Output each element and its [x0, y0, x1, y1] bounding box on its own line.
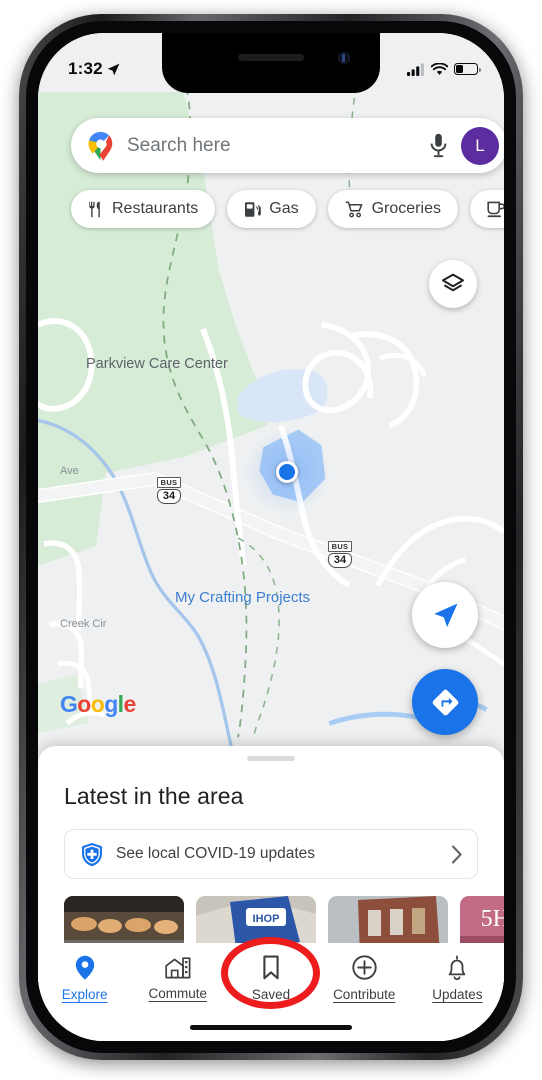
my-location-button[interactable] [412, 582, 478, 648]
watermark-letter: G [60, 691, 78, 717]
covid-updates-label: See local COVID-19 updates [116, 845, 316, 862]
shield-banner: BUS [328, 541, 352, 552]
watermark-letter: o [77, 691, 91, 717]
covid-shield-icon [82, 842, 102, 866]
chip-label: Restaurants [112, 200, 199, 217]
buildings-icon [165, 956, 191, 978]
front-camera [338, 52, 350, 64]
microphone-icon [430, 133, 446, 158]
phone-screen: Parkview Care Center My Crafting Project… [38, 33, 504, 1041]
search-input[interactable] [127, 134, 421, 157]
watermark-letter: g [104, 691, 118, 717]
nav-item-updates[interactable]: Updates [411, 955, 504, 1002]
nav-label-commute: Commute [148, 985, 208, 1001]
earpiece-speaker [238, 54, 304, 61]
voice-search-button[interactable] [421, 129, 455, 163]
coffee-cup-icon [487, 201, 504, 217]
watermark-letter: e [123, 691, 136, 717]
restaurant-fork-knife-icon [89, 201, 100, 217]
nav-item-saved[interactable]: Saved [224, 955, 317, 1002]
directions-arrow-icon [432, 689, 458, 715]
chip-restaurants[interactable]: Restaurants [71, 190, 216, 228]
screenshot-root: Parkview Care Center My Crafting Project… [0, 0, 542, 1080]
notch [162, 33, 380, 93]
google-watermark: Google [60, 691, 136, 718]
svg-text:5HO: 5HO [481, 906, 504, 932]
chevron-right-icon [451, 844, 462, 864]
svg-text:IHOP: IHOP [253, 913, 280, 925]
bell-icon [449, 955, 466, 980]
avatar-initial: L [475, 135, 485, 155]
chip-coffee[interactable]: Coff [469, 190, 504, 228]
nav-label-saved: Saved [251, 986, 291, 1002]
map-layers-icon [442, 273, 464, 292]
bookmark-icon [263, 955, 279, 979]
watermark-letter: o [90, 691, 105, 717]
bottom-navigation[interactable]: Explore Commute Saved Contribute Updates [38, 943, 504, 1013]
highway-shield-bus-34-a: BUS 34 [156, 477, 182, 504]
chip-groceries[interactable]: Groceries [327, 190, 458, 228]
directions-button[interactable] [412, 669, 478, 735]
nav-item-explore[interactable]: Explore [38, 955, 131, 1002]
shield-number: 34 [157, 489, 181, 504]
search-bar[interactable]: L [71, 118, 504, 173]
gas-pump-icon [245, 201, 262, 217]
google-maps-pin-icon [88, 131, 113, 161]
shield-banner: BUS [157, 477, 181, 488]
chip-gas[interactable]: Gas [227, 190, 316, 228]
shopping-cart-icon [345, 200, 362, 217]
category-chip-row[interactable]: Restaurants Gas Groceries [71, 190, 504, 228]
map-layers-button[interactable] [429, 260, 477, 308]
nav-label-explore: Explore [61, 986, 108, 1002]
nav-label-contribute: Contribute [333, 986, 396, 1002]
home-indicator[interactable] [190, 1025, 352, 1030]
nav-item-contribute[interactable]: Contribute [318, 954, 411, 1002]
nav-item-commute[interactable]: Commute [131, 956, 224, 1001]
sheet-title: Latest in the area [64, 783, 244, 809]
highway-shield-bus-34-b: BUS 34 [327, 541, 353, 568]
phone-frame: Parkview Care Center My Crafting Project… [19, 14, 523, 1060]
phone-bezel: Parkview Care Center My Crafting Project… [26, 21, 516, 1053]
covid-updates-card[interactable]: See local COVID-19 updates [64, 829, 478, 879]
shield-number: 34 [328, 553, 352, 568]
navigation-arrow-icon [433, 603, 457, 627]
nav-label-updates: Updates [432, 986, 483, 1002]
chip-label: Groceries [371, 200, 441, 217]
avatar[interactable]: L [461, 126, 499, 165]
user-location-dot [276, 461, 298, 483]
map-pin-icon [75, 955, 94, 980]
plus-circle-icon [352, 954, 377, 980]
chip-label: Gas [269, 200, 299, 217]
